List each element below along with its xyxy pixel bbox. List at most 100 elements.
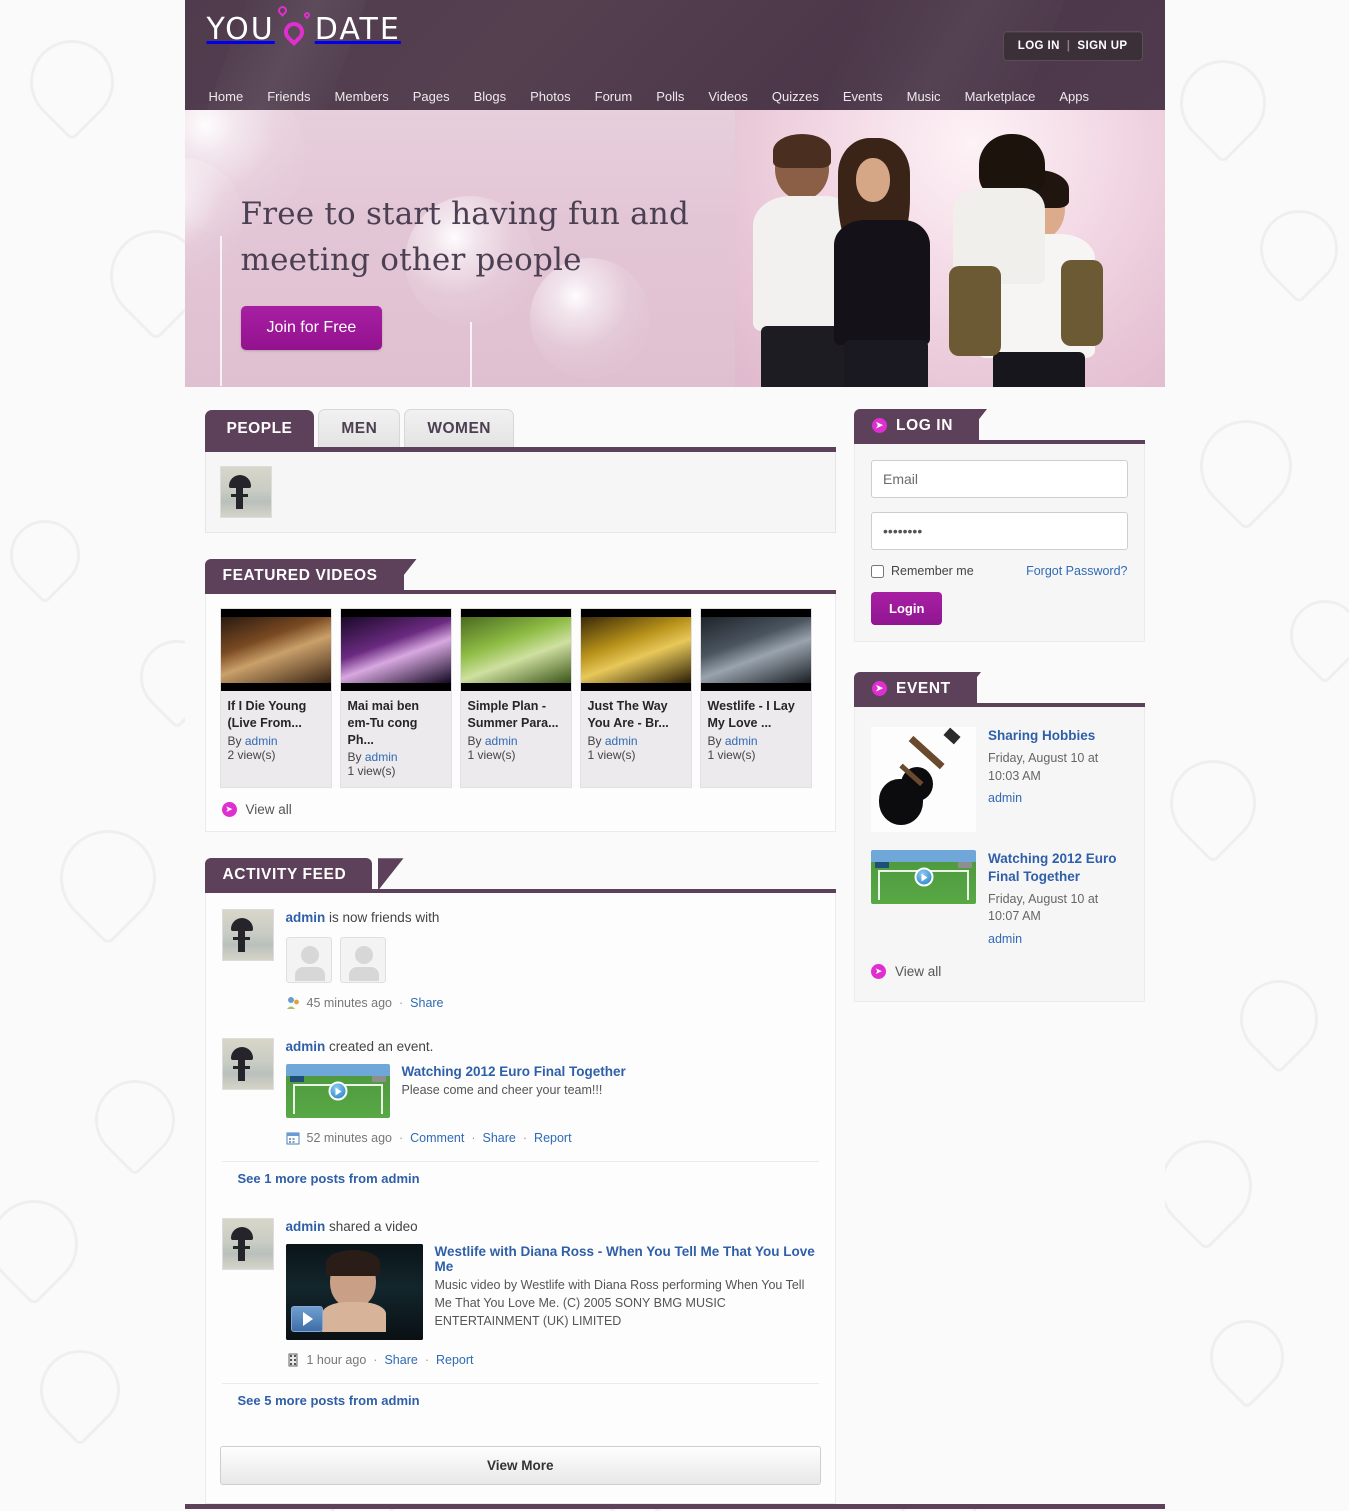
video-author-link[interactable]: admin (365, 750, 398, 764)
friend-avatar-placeholder[interactable] (285, 937, 332, 984)
event-title-link[interactable]: Sharing Hobbies (988, 727, 1127, 745)
nav-item-members[interactable]: Members (323, 86, 401, 107)
separator-dot: · (522, 1131, 528, 1146)
nav-item-photos[interactable]: Photos (518, 86, 582, 107)
nav-item-polls[interactable]: Polls (644, 86, 696, 107)
background-heart-shape (1275, 585, 1349, 685)
video-author-link[interactable]: admin (605, 734, 638, 748)
soccer-field-image[interactable] (285, 1064, 390, 1119)
event-title-link[interactable]: Watching 2012 Euro Final Together (988, 850, 1127, 886)
nav-item-home[interactable]: Home (201, 86, 256, 107)
friend-avatar-placeholder[interactable] (339, 937, 386, 984)
video-card[interactable]: Just The Way You Are - Br... By admin 1 vi… (579, 608, 692, 789)
nav-item-quizzes[interactable]: Quizzes (760, 86, 831, 107)
remember-me-checkbox[interactable] (871, 564, 885, 578)
member-thumbnail[interactable] (219, 466, 272, 518)
video-by-label: By (227, 733, 245, 748)
tab-women[interactable]: WOMEN (404, 409, 514, 447)
soccer-field-image[interactable] (871, 850, 977, 904)
avatar[interactable] (221, 909, 274, 962)
tab-people[interactable]: PEOPLE (204, 410, 315, 447)
nav-item-events[interactable]: Events (831, 86, 895, 107)
video-thumbnail[interactable] (340, 609, 451, 691)
signup-link[interactable]: SIGN UP (1077, 40, 1127, 52)
people-tabbar[interactable]: PEOPLE MEN WOMEN (204, 409, 837, 452)
video-title[interactable]: Simple Plan - Summer Para... (468, 698, 564, 732)
nav-item-forum[interactable]: Forum (583, 86, 645, 107)
event-title-link[interactable]: Watching 2012 Euro Final Together (402, 1064, 626, 1079)
video-thumbnail[interactable] (700, 609, 811, 691)
view-all-link[interactable]: View all (895, 964, 941, 979)
feed-user-link[interactable]: admin (286, 1219, 326, 1234)
nav-item-marketplace[interactable]: Marketplace (953, 86, 1048, 107)
login-button[interactable]: Login (871, 592, 943, 625)
heart-icon (275, 3, 312, 46)
feed-timestamp: 45 minutes ago (306, 996, 392, 1011)
video-thumbnail[interactable] (285, 1244, 423, 1341)
event-description: Please come and cheer your team!!! (401, 1083, 603, 1098)
video-title[interactable]: Just The Way You Are - Br... (588, 698, 684, 732)
separator-dot: · (471, 1131, 476, 1146)
nav-item-friends[interactable]: Friends (255, 86, 322, 107)
email-field[interactable] (871, 460, 1128, 498)
nav-item-pages[interactable]: Pages (401, 86, 462, 107)
feed-action-text: created an event. (329, 1039, 434, 1055)
share-link[interactable]: Share (483, 1131, 516, 1145)
video-author-link[interactable]: admin (485, 734, 518, 748)
nav-item-blogs[interactable]: Blogs (462, 86, 519, 107)
report-link[interactable]: Report (534, 1131, 572, 1145)
avatar[interactable] (221, 1038, 274, 1091)
remember-me-row[interactable]: Remember me (871, 564, 974, 578)
nav-item-apps[interactable]: Apps (1047, 86, 1101, 107)
play-icon[interactable] (290, 1306, 323, 1333)
hero-banner: Free to start having fun and meeting oth… (184, 110, 1165, 387)
people-tab-panel (204, 452, 837, 533)
comment-link[interactable]: Comment (410, 1131, 464, 1145)
view-all-link[interactable]: View all (246, 802, 292, 817)
auth-separator: | (1066, 40, 1071, 52)
password-field[interactable] (871, 512, 1128, 550)
event-author-link[interactable]: admin (988, 932, 1127, 946)
video-thumbnail[interactable] (580, 609, 691, 691)
logo-text-date: DATE (314, 12, 401, 47)
video-card[interactable]: Mai mai ben em-Tu cong Ph... By admin 1 vi… (339, 608, 452, 789)
report-link[interactable]: Report (436, 1353, 474, 1367)
join-for-free-button[interactable]: Join for Free (240, 306, 383, 350)
event-list-item: Watching 2012 Euro Final Together Friday… (871, 850, 1127, 964)
hero-person-woman-2 (948, 134, 1103, 356)
share-link[interactable]: Share (384, 1353, 417, 1367)
event-author-link[interactable]: admin (988, 791, 1127, 805)
see-more-posts-link[interactable]: See 1 more posts from admin (238, 1171, 420, 1186)
nav-item-videos[interactable]: Videos (696, 86, 760, 107)
feed-user-link[interactable]: admin (286, 1039, 326, 1054)
avatar[interactable] (221, 1218, 274, 1271)
guitar-image[interactable] (871, 727, 977, 832)
video-author-link[interactable]: admin (245, 734, 278, 748)
video-title-link[interactable]: Westlife with Diana Ross - When You Tell… (435, 1244, 820, 1274)
tab-men[interactable]: MEN (318, 409, 401, 447)
video-author-link[interactable]: admin (725, 734, 758, 748)
see-more-posts-link[interactable]: See 5 more posts from admin (238, 1393, 420, 1408)
login-link[interactable]: LOG IN (1018, 40, 1060, 52)
calendar-icon (286, 1132, 299, 1145)
right-sidebar: ➤ LOG IN Remember me Forgot Password? (854, 409, 1145, 1504)
separator-dot: · (424, 1353, 429, 1368)
view-more-button[interactable]: View More (219, 1446, 822, 1486)
video-card[interactable]: Westlife - I Lay My Love ... By admin 1 vi… (699, 608, 812, 789)
video-thumbnail[interactable] (460, 609, 571, 691)
feed-user-link[interactable]: admin (286, 910, 326, 925)
video-title[interactable]: If I Die Young (Live From... (228, 698, 324, 732)
video-card[interactable]: If I Die Young (Live From... By admin 2 vi… (219, 608, 332, 789)
main-navigation[interactable]: Home Friends Members Pages Blogs Photos Forum P… (185, 82, 1165, 110)
auth-buttons[interactable]: LOG IN | SIGN UP (1002, 31, 1143, 61)
video-card[interactable]: Simple Plan - Summer Para... By admin 1 vi… (459, 608, 572, 789)
forgot-password-link[interactable]: Forgot Password? (1026, 564, 1127, 578)
video-thumbnail[interactable] (220, 609, 331, 691)
site-logo[interactable]: YOU DATE (207, 3, 401, 47)
nav-item-music[interactable]: Music (895, 86, 953, 107)
video-title[interactable]: Mai mai ben em-Tu cong Ph... (348, 698, 444, 748)
video-title[interactable]: Westlife - I Lay My Love ... (708, 698, 804, 732)
featured-videos-view-all[interactable]: ➤ View all (206, 794, 836, 831)
event-view-all[interactable]: ➤ View all (871, 964, 1127, 995)
share-link[interactable]: Share (410, 996, 443, 1010)
